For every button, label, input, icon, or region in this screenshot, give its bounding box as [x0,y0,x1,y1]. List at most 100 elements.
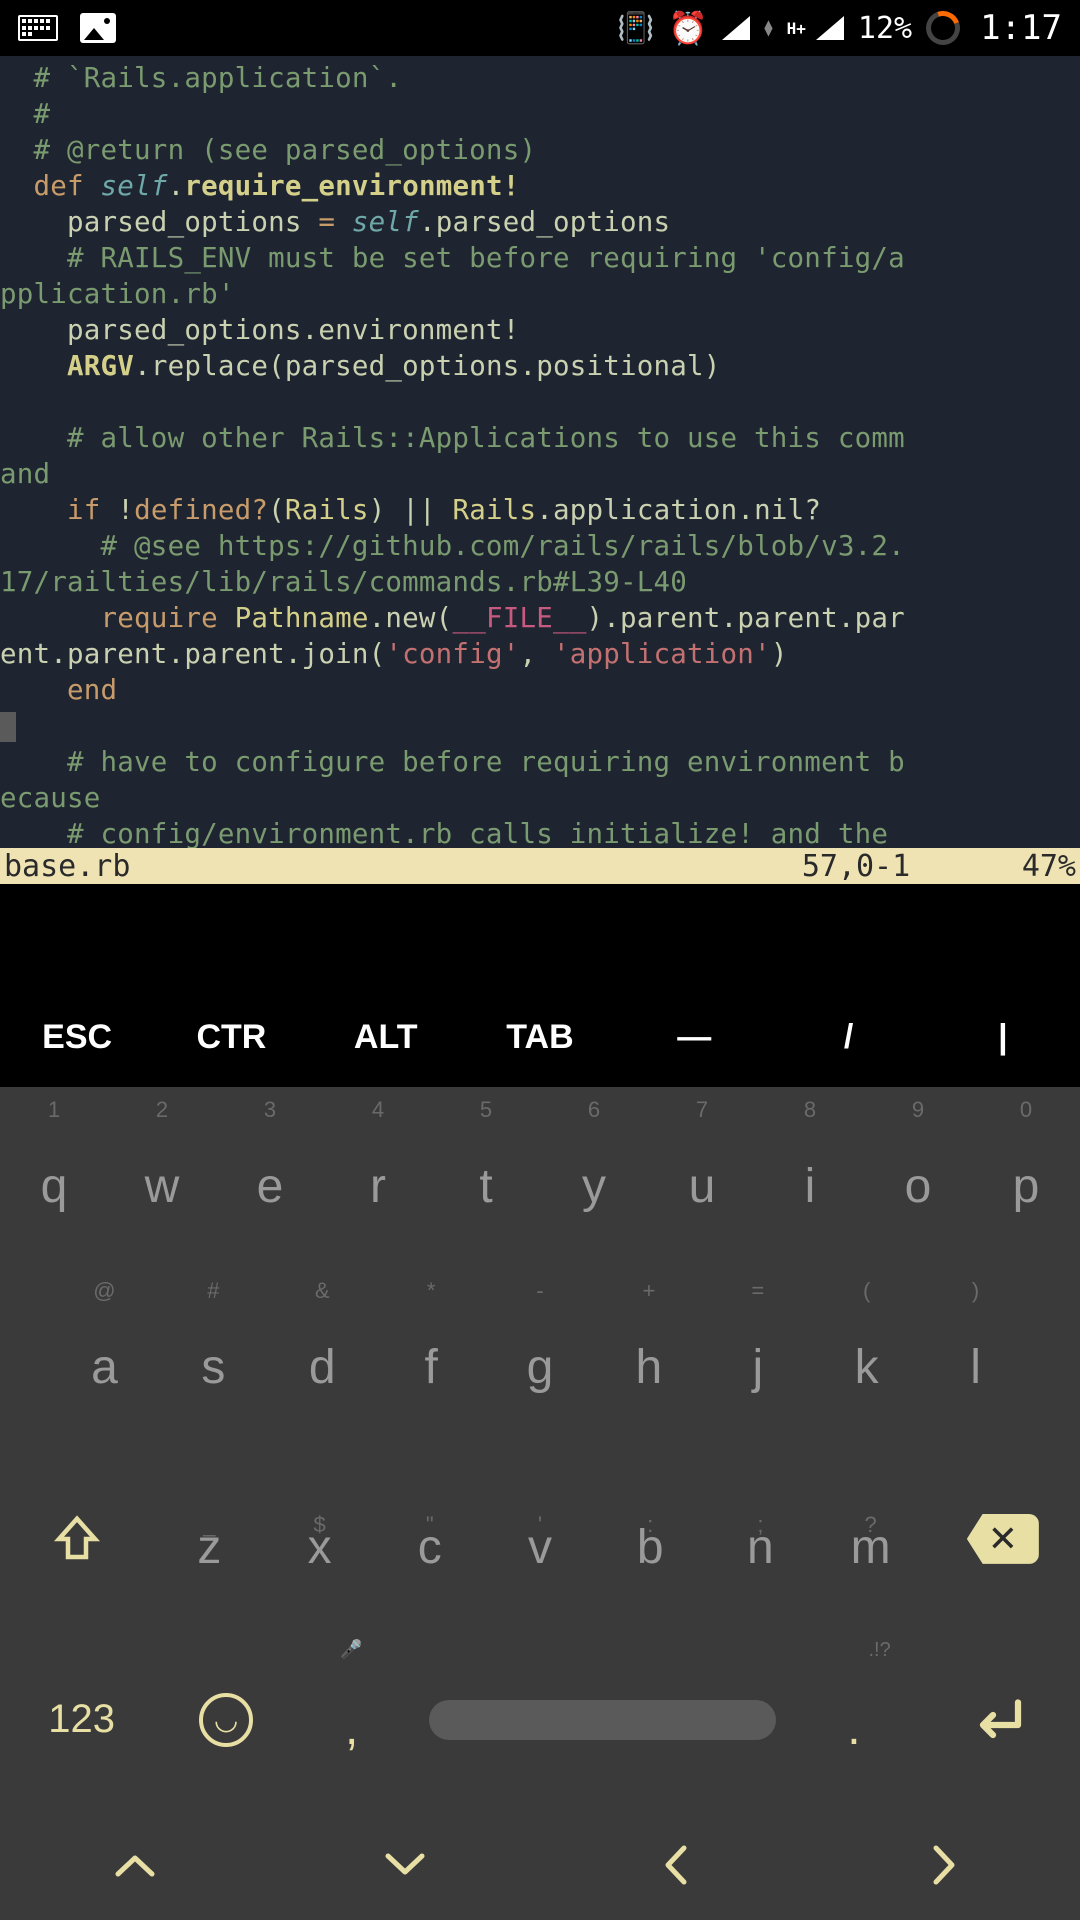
key-x[interactable]: $x [264,1502,374,1575]
key-m[interactable]: ?m [816,1502,926,1575]
code-token: self [335,206,419,238]
extra-key-dash[interactable]: — [617,1018,771,1057]
key-w[interactable]: 2w [108,1087,216,1268]
key-t[interactable]: 5t [432,1087,540,1268]
key-s[interactable]: #s [159,1268,268,1449]
key-j[interactable]: =j [703,1268,812,1449]
code-token: ent.parent.parent.join( [0,638,385,670]
vibrate-icon: 📳 [617,11,654,46]
key-n[interactable]: ;n [705,1502,815,1575]
extra-key-tab[interactable]: TAB [463,1018,617,1057]
period-hint: .!? [868,1639,890,1662]
extra-key-esc[interactable]: ESC [0,1018,154,1057]
enter-key[interactable] [917,1629,1080,1810]
numeric-key[interactable]: 123 [0,1629,163,1810]
key-hint: 8 [804,1097,816,1123]
key-h[interactable]: +h [594,1268,703,1449]
backspace-icon: ✕ [967,1514,1039,1564]
key-a[interactable]: @a [50,1268,159,1449]
chevron-left-icon [660,1842,690,1888]
key-f[interactable]: *f [377,1268,486,1449]
terminal-gap [0,884,1080,987]
chevron-up-icon [112,1850,158,1880]
spacebar-key[interactable] [414,1700,791,1740]
code-token: ARGV [0,350,134,382]
key-p[interactable]: 0p [972,1087,1080,1268]
key-l[interactable]: )l [921,1268,1030,1449]
key-hint: 9 [912,1097,924,1123]
chevron-down-icon [382,1850,428,1880]
code-line: pplication.rb' [0,278,235,310]
arrow-up-key[interactable] [0,1810,270,1920]
extra-key-alt[interactable]: ALT [309,1018,463,1057]
code-token: Pathname [218,602,369,634]
keyboard-nav-row [0,1810,1080,1920]
key-r[interactable]: 4r [324,1087,432,1268]
key-label: q [41,1159,68,1214]
code-token: = [318,206,335,238]
keyboard-row-3: _z$x"c'v:b;n?m ✕ [0,1449,1080,1630]
key-label: h [636,1340,663,1395]
code-line: # @return (see parsed_options) [0,134,536,166]
code-line: # RAILS_ENV must be set before requiring… [0,242,905,274]
key-hint: 4 [372,1097,384,1123]
code-token: Rails [452,494,536,526]
code-token: .application.nil? [536,494,821,526]
key-label: g [527,1340,554,1395]
code-editor[interactable]: # `Rails.application`. # # @return (see … [0,56,1080,848]
shift-key[interactable] [0,1449,154,1630]
code-token: .replace(parsed_options.positional) [134,350,720,382]
shift-icon [50,1512,104,1566]
key-y[interactable]: 6y [540,1087,648,1268]
key-d[interactable]: &d [268,1268,377,1449]
code-line: ecause [0,782,101,814]
comma-key[interactable]: 🎤 , [289,1629,415,1810]
key-label: w [145,1159,180,1214]
key-hint: ? [864,1512,876,1538]
enter-icon [968,1695,1028,1745]
image-notif-icon [80,13,116,43]
extra-key-slash[interactable]: / [771,1018,925,1057]
clock-label: 1:17 [980,8,1062,48]
key-u[interactable]: 7u [648,1087,756,1268]
period-key[interactable]: .!? . [791,1629,917,1810]
arrow-down-key[interactable] [270,1810,540,1920]
key-label: d [309,1340,336,1395]
key-b[interactable]: :b [595,1502,705,1575]
key-o[interactable]: 9o [864,1087,972,1268]
code-line: and [0,458,50,490]
code-token: , [519,638,553,670]
code-token: .parsed_options [419,206,670,238]
code-line: # have to configure before requiring env… [0,746,905,778]
key-q[interactable]: 1q [0,1087,108,1268]
emoji-icon: ◡ [199,1693,253,1747]
emoji-key[interactable]: ◡ [163,1629,289,1810]
code-token: Rails [285,494,369,526]
backspace-key[interactable]: ✕ [926,1449,1080,1630]
arrow-left-key[interactable] [540,1810,810,1920]
chevron-right-icon [930,1842,960,1888]
vim-status-line: base.rb 57,0-1 47% [0,848,1080,884]
key-label: o [905,1159,932,1214]
key-label: a [91,1340,118,1395]
key-i[interactable]: 8i [756,1087,864,1268]
key-hint: 7 [696,1097,708,1123]
extra-key-pipe[interactable]: | [926,1018,1080,1057]
period-label: . [847,1701,860,1756]
code-token: .new( [369,602,453,634]
key-g[interactable]: -g [486,1268,595,1449]
key-v[interactable]: 'v [485,1502,595,1575]
key-label: e [257,1159,284,1214]
key-label: t [479,1159,492,1214]
key-k[interactable]: (k [812,1268,921,1449]
key-label: s [201,1340,225,1395]
android-status-bar: 📳 ⏰ ▲▼ H+ 12% 1:17 [0,0,1080,56]
key-z[interactable]: _z [154,1502,264,1575]
vim-cursor-position: 57,0-1 [802,849,1022,884]
key-e[interactable]: 3e [216,1087,324,1268]
key-c[interactable]: "c [375,1502,485,1575]
key-hint: & [315,1278,330,1304]
extra-key-ctrl[interactable]: CTR [154,1018,308,1057]
key-hint: ( [863,1278,870,1304]
arrow-right-key[interactable] [810,1810,1080,1920]
